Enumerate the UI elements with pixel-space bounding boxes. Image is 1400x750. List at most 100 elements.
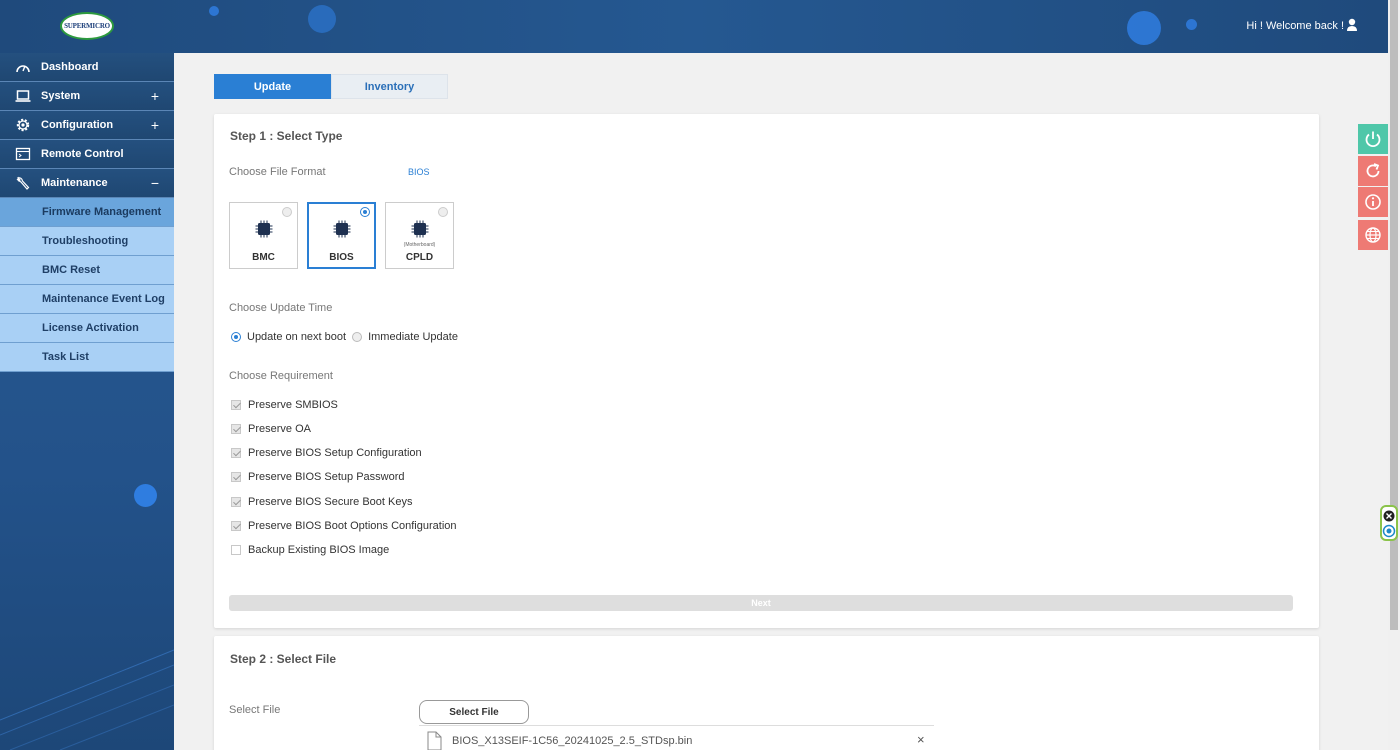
power-icon: [1365, 131, 1381, 148]
format-radio[interactable]: [360, 207, 370, 217]
tab-inventory[interactable]: Inventory: [331, 74, 448, 99]
step1-card: Step 1 : Select Type Choose File Format …: [214, 114, 1319, 628]
requirement-option: Preserve BIOS Boot Options Configuration: [231, 520, 457, 532]
sidebar-subitem-maintenance-event-log[interactable]: Maintenance Event Log: [0, 285, 174, 314]
decor-bubble: [209, 6, 219, 16]
tab-update[interactable]: Update: [214, 74, 331, 99]
radio-next-boot[interactable]: [231, 332, 241, 342]
format-option-bios[interactable]: BIOS: [307, 202, 376, 269]
page-scrollbar[interactable]: [1388, 0, 1400, 750]
info-icon: [1365, 194, 1381, 210]
close-icon[interactable]: [1382, 509, 1396, 523]
sidebar-item-label: Remote Control: [41, 148, 124, 160]
sidebar-subitem-troubleshooting[interactable]: Troubleshooting: [0, 227, 174, 256]
sidebar-item-label: Configuration: [41, 119, 114, 131]
format-radio[interactable]: [282, 207, 292, 217]
checkbox-label: Preserve BIOS Boot Options Configuration: [248, 520, 457, 532]
sidebar: Dashboard System + Configuration + Remot…: [0, 53, 174, 750]
sidebar-item-dashboard[interactable]: Dashboard: [0, 53, 174, 82]
format-option-cpld[interactable]: (Motherboard) CPLD: [385, 202, 454, 269]
decor-bubble: [308, 5, 336, 33]
console-icon: [14, 145, 32, 163]
checkbox-label: Preserve OA: [248, 423, 311, 435]
step2-card: Step 2 : Select File Select File Select …: [214, 636, 1319, 750]
requirement-option: Backup Existing BIOS Image: [231, 544, 389, 556]
file-format-value: BIOS: [408, 167, 430, 177]
tab-bar: Update Inventory: [214, 74, 448, 99]
decor-bubble: [1127, 11, 1161, 45]
file-icon: [427, 731, 442, 750]
user-icon[interactable]: [1346, 18, 1358, 32]
checkbox[interactable]: [231, 448, 241, 458]
sidebar-subitem-firmware-management[interactable]: Firmware Management: [0, 198, 174, 227]
checkbox[interactable]: [231, 400, 241, 410]
step1-title: Step 1 : Select Type: [230, 129, 343, 143]
expand-icon[interactable]: +: [151, 117, 159, 133]
chip-label: BIOS: [329, 252, 354, 263]
radio-label: Update on next boot: [247, 331, 347, 343]
top-header: SUPERMICRO Hi ! Welcome back !: [0, 0, 1388, 53]
remove-file-icon[interactable]: ×: [917, 732, 925, 747]
chip-icon: [411, 220, 429, 238]
language-button[interactable]: [1358, 220, 1388, 250]
floating-widget[interactable]: [1380, 505, 1398, 541]
next-button[interactable]: Next: [229, 595, 1293, 611]
sidebar-item-remote-control[interactable]: Remote Control: [0, 140, 174, 169]
checkbox[interactable]: [231, 424, 241, 434]
chip-label: BMC: [252, 252, 275, 263]
sidebar-item-system[interactable]: System +: [0, 82, 174, 111]
info-button[interactable]: [1358, 187, 1388, 217]
format-radio[interactable]: [438, 207, 448, 217]
checkbox[interactable]: [231, 497, 241, 507]
checkbox[interactable]: [231, 472, 241, 482]
radio-immediate[interactable]: [352, 332, 363, 342]
requirement-option: Preserve OA: [231, 423, 311, 435]
sidebar-decoration: [0, 649, 174, 750]
select-file-label: Select File: [229, 704, 281, 716]
checkbox[interactable]: [231, 545, 241, 555]
checkbox-label: Preserve SMBIOS: [248, 399, 338, 411]
sidebar-item-label: Dashboard: [41, 61, 99, 73]
sidebar-subitem-bmc-reset[interactable]: BMC Reset: [0, 256, 174, 285]
sidebar-subitem-license-activation[interactable]: License Activation: [0, 314, 174, 343]
requirement-option: Preserve SMBIOS: [231, 399, 338, 411]
decor-bubble: [134, 484, 157, 507]
collapse-icon[interactable]: −: [151, 175, 159, 191]
checkbox-label: Preserve BIOS Secure Boot Keys: [248, 496, 413, 508]
logo-text: SUPERMICRO: [64, 22, 110, 30]
chip-icon: [255, 220, 273, 238]
sidebar-item-maintenance[interactable]: Maintenance −: [0, 169, 174, 198]
checkbox[interactable]: [231, 521, 241, 531]
chip-icon: [333, 220, 351, 238]
laptop-icon: [14, 87, 32, 105]
sidebar-subitem-task-list[interactable]: Task List: [0, 343, 174, 372]
supermicro-logo[interactable]: SUPERMICRO: [60, 12, 114, 40]
checkbox-label: Backup Existing BIOS Image: [248, 544, 390, 556]
power-button[interactable]: [1358, 124, 1388, 154]
dashboard-icon: [14, 58, 32, 76]
sidebar-item-label: System: [41, 90, 81, 102]
checkbox-label: Preserve BIOS Setup Password: [248, 471, 405, 483]
refresh-button[interactable]: [1358, 156, 1388, 186]
decor-bubble: [1186, 19, 1197, 30]
expand-icon[interactable]: +: [151, 88, 159, 104]
globe-icon: [1365, 227, 1381, 243]
requirement-option: Preserve BIOS Setup Configuration: [231, 447, 422, 459]
file-format-label: Choose File Format: [229, 166, 326, 178]
update-time-options: Update on next boot Immediate Update: [231, 331, 458, 343]
divider: [419, 725, 934, 726]
file-name: BIOS_X13SEIF-1C56_20241025_2.5_STDsp.bin: [452, 735, 693, 747]
format-option-bmc[interactable]: BMC: [229, 202, 298, 269]
update-time-label: Choose Update Time: [229, 302, 333, 314]
sidebar-item-configuration[interactable]: Configuration +: [0, 111, 174, 140]
wrench-icon: [14, 174, 32, 192]
select-file-button[interactable]: Select File: [419, 700, 529, 724]
target-icon[interactable]: [1382, 524, 1396, 538]
checkbox-label: Preserve BIOS Setup Configuration: [248, 447, 422, 459]
requirement-label: Choose Requirement: [229, 370, 333, 382]
requirement-option: Preserve BIOS Setup Password: [231, 471, 405, 483]
refresh-icon: [1366, 163, 1380, 178]
requirement-option: Preserve BIOS Secure Boot Keys: [231, 496, 412, 508]
step2-title: Step 2 : Select File: [230, 652, 337, 666]
chip-label: CPLD: [405, 252, 434, 263]
